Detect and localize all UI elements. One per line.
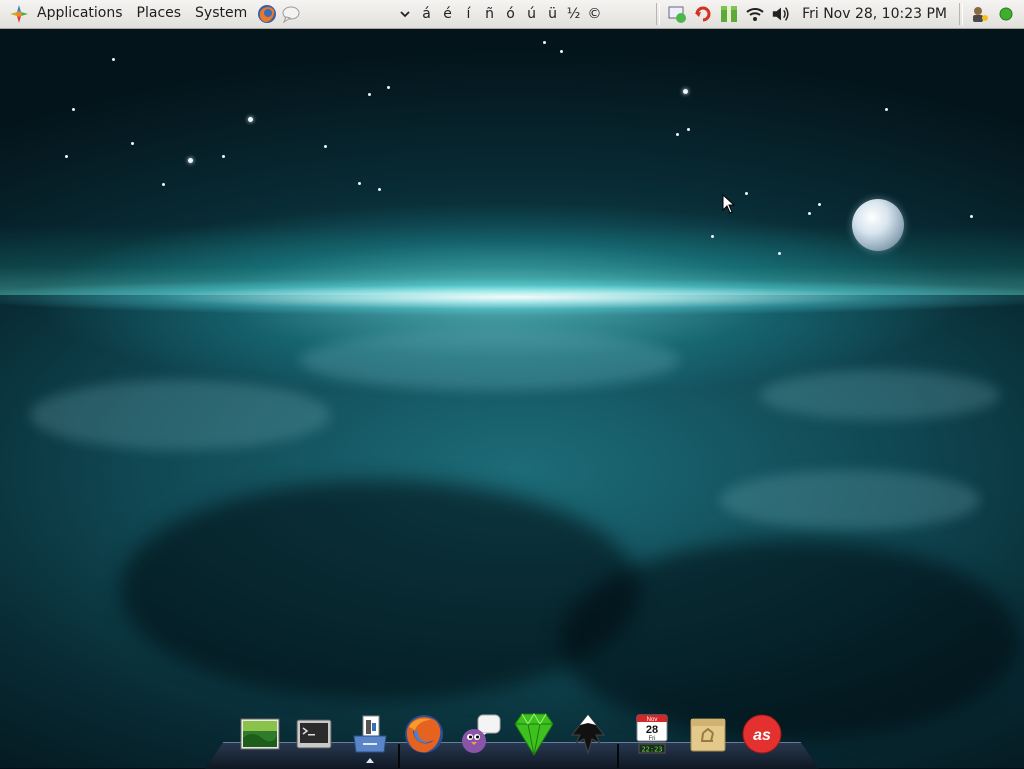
planet-horizon-glow <box>0 278 1024 316</box>
firefox-launcher-icon[interactable] <box>257 4 277 24</box>
package-icon[interactable] <box>719 4 739 24</box>
dock-item-lastfm[interactable]: as <box>740 712 784 756</box>
pidgin-icon <box>462 714 501 753</box>
star <box>324 145 327 148</box>
calendar-icon: Nov 28 Fri 22:23 <box>636 714 668 754</box>
terminal-icon <box>296 719 332 749</box>
notification-area: Fri Nov 28, 10:23 PM <box>652 0 1024 28</box>
cloud <box>300 330 680 390</box>
inkscape-icon <box>570 714 606 755</box>
star <box>65 155 68 158</box>
cloud-shadow <box>560 540 1020 740</box>
gnome-foot-icon[interactable] <box>8 3 30 25</box>
star <box>543 41 546 44</box>
moon <box>852 199 904 251</box>
emerald-icon <box>514 713 554 756</box>
star <box>683 89 688 94</box>
trash-icon <box>690 718 726 752</box>
star <box>676 133 679 136</box>
calendar-day: 28 <box>646 724 658 736</box>
mouse-pointer-icon <box>722 194 736 214</box>
star <box>885 108 888 111</box>
places-menu[interactable]: Places <box>130 0 189 28</box>
star <box>72 108 75 111</box>
star <box>248 117 253 122</box>
notification-icon[interactable] <box>667 4 687 24</box>
dock-item-inkscape[interactable] <box>566 712 610 756</box>
photo-icon <box>240 718 280 750</box>
char-u-umlaut[interactable]: ü <box>542 1 563 28</box>
firefox-icon <box>405 715 443 753</box>
dock: Nov 28 Fri 22:23 as <box>230 712 800 763</box>
star <box>358 182 361 185</box>
char-a-acute[interactable]: á <box>416 1 437 28</box>
char-o-acute[interactable]: ó <box>500 1 521 28</box>
dock-item-calendar[interactable]: Nov 28 Fri 22:23 <box>630 712 674 756</box>
star <box>162 183 165 186</box>
char-n-tilde[interactable]: ñ <box>479 1 500 28</box>
top-panel: Applications Places System á é í ñ ó ú ü… <box>0 0 1024 29</box>
star <box>560 50 563 53</box>
wifi-icon[interactable] <box>745 4 765 24</box>
cloud <box>30 380 330 450</box>
chat-launcher-icon[interactable] <box>280 4 300 24</box>
star <box>368 93 371 96</box>
char-one-half[interactable]: ½ <box>563 1 584 28</box>
lastfm-icon: as <box>742 714 782 754</box>
running-indicator <box>366 758 374 763</box>
desktop-wallpaper <box>0 0 1024 768</box>
star <box>222 155 225 158</box>
main-menu-bar: Applications Places System <box>0 0 300 28</box>
lastfm-logo-text: as <box>753 727 771 744</box>
dock-item-terminal[interactable] <box>292 712 336 756</box>
cloud <box>760 370 1000 420</box>
cloud-shadow <box>120 480 640 700</box>
dock-item-emerald[interactable] <box>512 712 556 756</box>
dock-item-firefox[interactable] <box>402 712 446 756</box>
star <box>687 128 690 131</box>
calendar-month: Nov <box>647 717 658 723</box>
char-e-acute[interactable]: é <box>437 1 458 28</box>
dock-item-trash[interactable] <box>686 712 730 756</box>
dock-item-image-viewer[interactable] <box>238 712 282 756</box>
panel-separator <box>656 3 661 25</box>
star <box>808 212 811 215</box>
applications-menu[interactable]: Applications <box>30 0 130 28</box>
cloud <box>720 470 980 530</box>
update-manager-icon[interactable] <box>693 4 713 24</box>
star <box>818 203 821 206</box>
char-i-acute[interactable]: í <box>458 1 479 28</box>
star <box>778 252 781 255</box>
calendar-time: 22:23 <box>641 746 662 754</box>
character-palette: á é í ñ ó ú ü ½ © <box>398 0 605 28</box>
star <box>387 86 390 89</box>
dock-item-pidgin[interactable] <box>458 712 502 756</box>
volume-icon[interactable] <box>771 4 791 24</box>
chevron-down-icon[interactable] <box>398 7 412 21</box>
star <box>112 58 115 61</box>
dock-item-file-manager[interactable] <box>348 712 392 763</box>
star <box>711 235 714 238</box>
star <box>188 158 193 163</box>
star <box>970 215 973 218</box>
star <box>131 142 134 145</box>
char-copyright[interactable]: © <box>584 1 605 28</box>
status-online-icon[interactable] <box>996 4 1016 24</box>
star <box>745 192 748 195</box>
system-menu[interactable]: System <box>188 0 254 28</box>
user-switcher-icon[interactable] <box>970 4 990 24</box>
char-u-acute[interactable]: ú <box>521 1 542 28</box>
star <box>378 188 381 191</box>
clock[interactable]: Fri Nov 28, 10:23 PM <box>794 1 955 28</box>
calendar-weekday: Fri <box>649 736 656 742</box>
folder-icon <box>353 715 387 753</box>
panel-separator <box>959 3 963 25</box>
